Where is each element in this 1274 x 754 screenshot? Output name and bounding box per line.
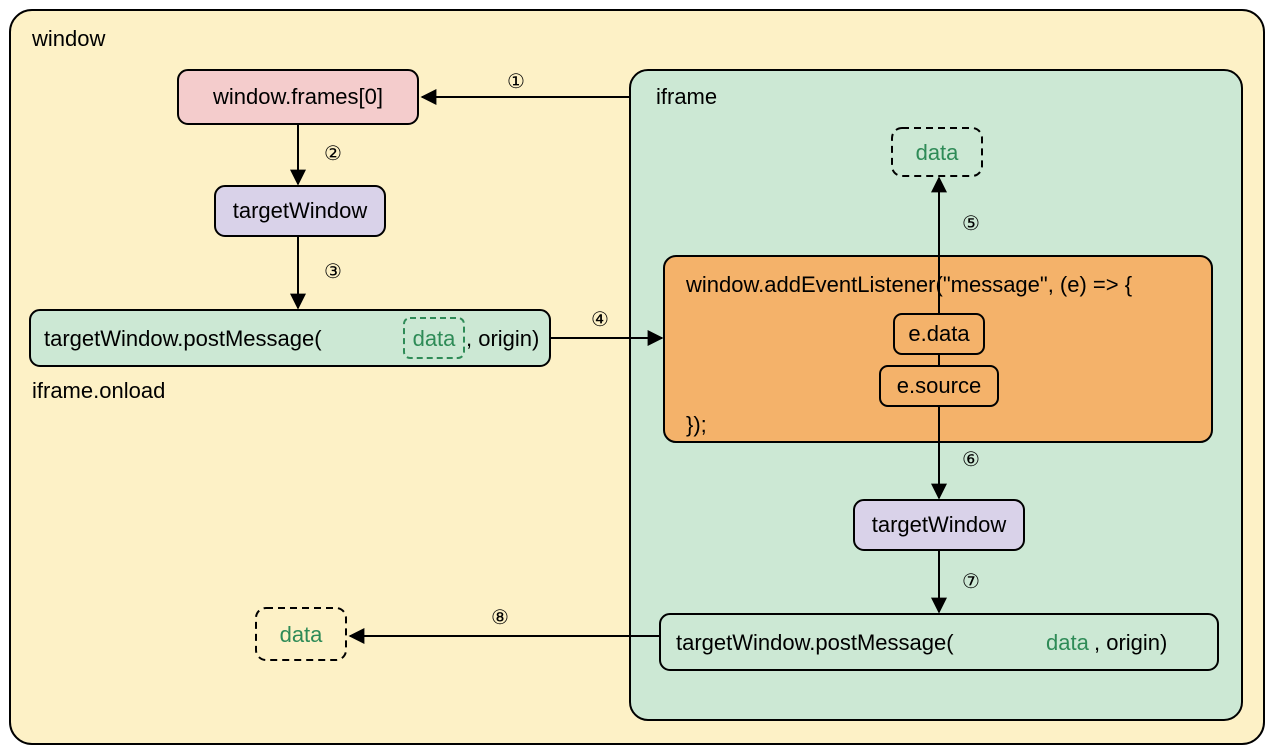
step-1: ① <box>507 71 525 93</box>
step-6: ⑥ <box>962 449 980 471</box>
data-top-text: data <box>916 140 960 165</box>
post-message-left-post: , origin) <box>466 326 539 351</box>
post-message-right-data-text: data <box>1046 630 1090 655</box>
esource-text: e.source <box>897 373 981 398</box>
data-bottom-text: data <box>280 622 324 647</box>
step-2: ② <box>324 143 342 165</box>
iframe-onload-label: iframe.onload <box>32 378 165 403</box>
iframe-label: iframe <box>656 84 717 109</box>
listener-open-text: window.addEventListener("message", (e) =… <box>685 272 1132 297</box>
window-label: window <box>31 26 105 51</box>
step-4: ④ <box>591 309 609 331</box>
step-5: ⑤ <box>962 213 980 235</box>
window-frames-text: window.frames[0] <box>212 84 383 109</box>
step-7: ⑦ <box>962 571 980 593</box>
target-window-left-text: targetWindow <box>233 198 368 223</box>
step-8: ⑧ <box>491 607 509 629</box>
post-message-right-pre: targetWindow.postMessage( <box>676 630 954 655</box>
step-3: ③ <box>324 261 342 283</box>
edata-text: e.data <box>908 321 970 346</box>
listener-close-text: }); <box>686 412 707 437</box>
target-window-right-text: targetWindow <box>872 512 1007 537</box>
postmessage-diagram: window iframe window.frames[0] targetWin… <box>0 0 1274 754</box>
post-message-right-post: , origin) <box>1094 630 1167 655</box>
post-message-left-pre: targetWindow.postMessage( <box>44 326 322 351</box>
post-message-left-data-text: data <box>413 326 457 351</box>
